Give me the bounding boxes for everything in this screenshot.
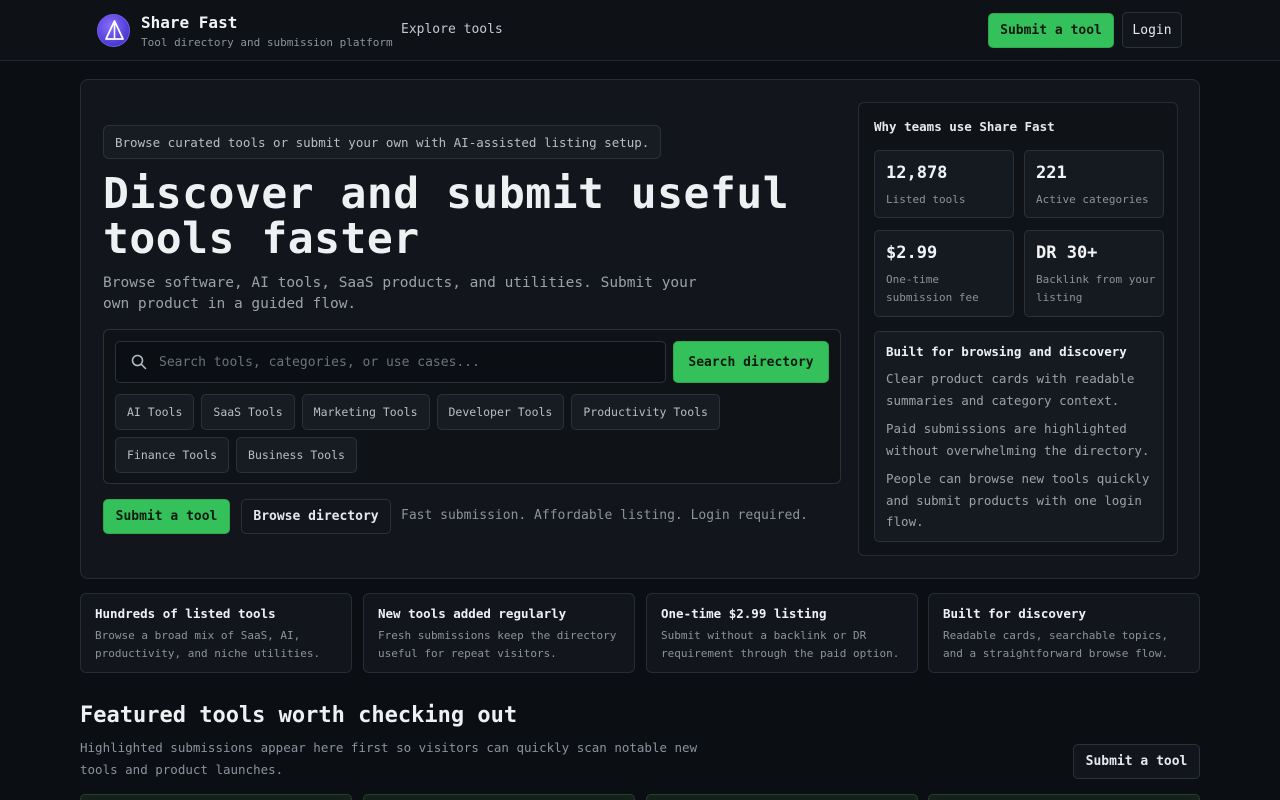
top-header: Share Fast Tool directory and submission…: [0, 0, 1280, 61]
stat-value: 12,878: [886, 163, 948, 183]
feature-desc: Readable cards, searchable topics, and a…: [943, 629, 1169, 660]
feature-title: Hundreds of listed tools: [95, 606, 276, 621]
hero-panel: Browse curated tools or submit your own …: [80, 79, 1200, 579]
feature-title: New tools added regularly: [378, 606, 567, 621]
category-chips: AI Tools SaaS Tools Marketing Tools Deve…: [115, 394, 825, 473]
chip-productivity-tools[interactable]: Productivity Tools: [571, 394, 720, 430]
feature-desc: Browse a broad mix of SaaS, AI, producti…: [95, 629, 321, 660]
chip-developer-tools[interactable]: Developer Tools: [436, 394, 565, 430]
built-point: Clear product cards with readable summar…: [886, 371, 1135, 408]
search-directory-button[interactable]: Search directory: [673, 341, 829, 383]
search-field[interactable]: [115, 341, 666, 383]
stat-label: One-time submission fee: [886, 273, 979, 304]
chip-marketing-tools[interactable]: Marketing Tools: [301, 394, 430, 430]
feature-desc: Submit without a backlink or DR requirem…: [661, 629, 900, 660]
search-icon: [131, 354, 147, 370]
built-for-discovery-card: Built for browsing and discovery Clear p…: [874, 331, 1164, 542]
built-title: Built for browsing and discovery: [886, 344, 1127, 359]
stat-card: 12,878 Listed tools: [874, 150, 1014, 218]
hero-submit-tool-button[interactable]: Submit a tool: [103, 499, 230, 534]
stat-label: Listed tools: [886, 193, 966, 206]
feature-title: Built for discovery: [943, 606, 1086, 621]
search-panel: Search directory AI Tools SaaS Tools Mar…: [103, 329, 841, 484]
stat-label: Backlink from your listing: [1036, 273, 1156, 304]
stat-value: $2.99: [886, 243, 938, 263]
stat-card: 221 Active categories: [1024, 150, 1164, 218]
header-submit-tool-button[interactable]: Submit a tool: [988, 13, 1114, 48]
why-panel: Why teams use Share Fast 12,878 Listed t…: [858, 102, 1178, 556]
featured-tool-card[interactable]: [80, 794, 352, 800]
hero-title: Discover and submit useful tools faster: [103, 169, 790, 264]
login-button[interactable]: Login: [1122, 12, 1182, 48]
stat-card: $2.99 One-time submission fee: [874, 230, 1014, 317]
built-point: Paid submissions are highlighted without…: [886, 421, 1150, 458]
featured-tool-card[interactable]: [928, 794, 1200, 800]
featured-description: Highlighted submissions appear here firs…: [80, 740, 698, 777]
stat-value: DR 30+: [1036, 243, 1098, 263]
chip-saas-tools[interactable]: SaaS Tools: [201, 394, 295, 430]
chip-finance-tools[interactable]: Finance Tools: [115, 437, 230, 473]
chip-business-tools[interactable]: Business Tools: [236, 437, 357, 473]
feature-card: Hundreds of listed tools Browse a broad …: [80, 593, 352, 673]
featured-tool-card[interactable]: [646, 794, 918, 800]
chip-ai-tools[interactable]: AI Tools: [115, 394, 195, 430]
feature-card: One-time $2.99 listing Submit without a …: [646, 593, 918, 673]
stat-card: DR 30+ Backlink from your listing: [1024, 230, 1164, 317]
hero-announcement-pill: Browse curated tools or submit your own …: [103, 125, 662, 159]
feature-title: One-time $2.99 listing: [661, 606, 827, 621]
brand-logo-icon[interactable]: [97, 14, 130, 47]
feature-card: New tools added regularly Fresh submissi…: [363, 593, 635, 673]
hero-description: Browse software, AI tools, SaaS products…: [103, 275, 697, 312]
sail-icon: [105, 20, 124, 40]
featured-heading: Featured tools worth checking out: [80, 703, 518, 728]
featured-tool-card[interactable]: [363, 794, 635, 800]
featured-submit-tool-button[interactable]: Submit a tool: [1073, 744, 1200, 779]
browse-directory-button[interactable]: Browse directory: [241, 499, 391, 534]
brand-name[interactable]: Share Fast: [141, 13, 237, 32]
nav-explore-tools[interactable]: Explore tools: [401, 22, 503, 37]
search-input[interactable]: [159, 354, 665, 370]
brand-tagline: Tool directory and submission platform: [141, 36, 393, 49]
stat-label: Active categories: [1036, 193, 1149, 206]
why-title: Why teams use Share Fast: [874, 119, 1055, 134]
cta-note: Fast submission. Affordable listing. Log…: [401, 508, 808, 523]
feature-desc: Fresh submissions keep the directory use…: [378, 629, 617, 660]
feature-card: Built for discovery Readable cards, sear…: [928, 593, 1200, 673]
built-point: People can browse new tools quickly and …: [886, 471, 1150, 529]
stat-value: 221: [1036, 163, 1067, 183]
